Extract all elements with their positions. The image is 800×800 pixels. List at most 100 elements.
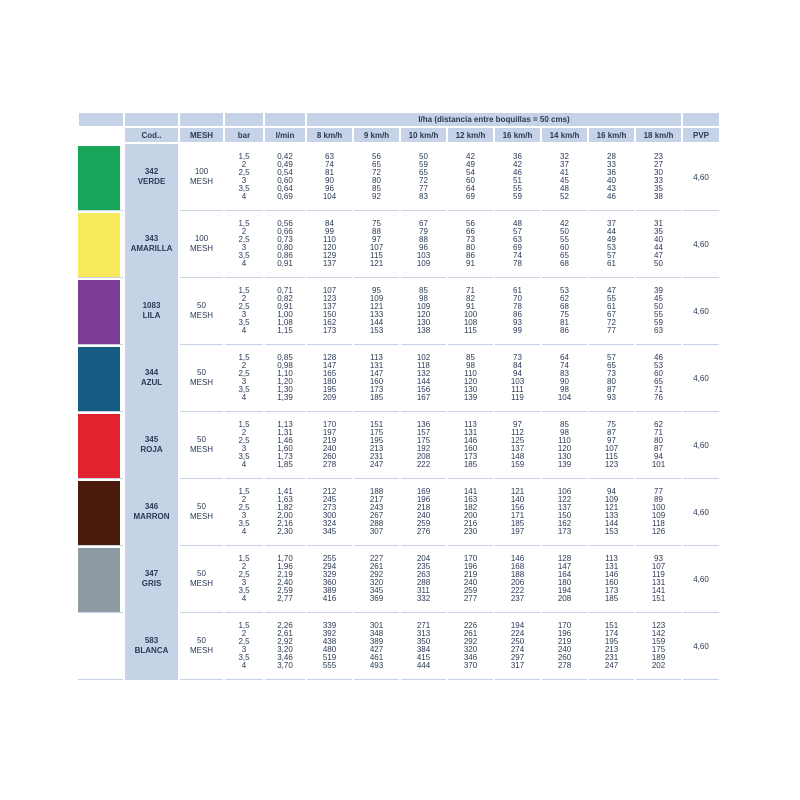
color-swatch-cell: [78, 277, 124, 345]
mesh-cell: 50 MESH: [178, 612, 224, 680]
header-lha: l/ha (distancia entre boquillas = 50 cms…: [304, 113, 683, 128]
lha-cell: 61 70 78 86 93 99: [493, 277, 541, 345]
lha-cell: 226 261 292 320 346 370: [446, 612, 494, 680]
nozzle-code: 346: [144, 502, 159, 511]
bar-cell-value: 4: [241, 326, 247, 336]
lha-cell-value: 92: [372, 192, 381, 202]
lha-cell-value: 123: [604, 460, 619, 470]
header-cod: Cod..: [123, 127, 179, 144]
lha-cell-value: 91: [466, 259, 475, 269]
mesh-cell: 50 MESH: [178, 478, 224, 546]
lha-cell-value: 151: [651, 594, 666, 604]
lha-cell-value: 119: [511, 393, 524, 403]
lha-cell-value: 115: [464, 326, 477, 336]
lha-cell-value: 59: [513, 192, 522, 202]
lha-cell: 67 79 88 96 103 109: [399, 210, 447, 278]
table-row: 347 GRIS 50 MESH 1,5 2 2,5 3 3,5 4 1,70 1,96 2,19 2,4…: [78, 545, 720, 613]
lha-cell-value: 99: [513, 326, 522, 336]
nozzle-code: 1083: [142, 301, 161, 310]
lmin-cell: 1,13 1,31 1,46 1,60 1,73 1,85: [263, 411, 306, 479]
color-swatch: [78, 146, 120, 210]
lmin-cell-value: 1,39: [277, 393, 293, 403]
lha-cell-value: 173: [557, 527, 572, 537]
color-swatch: [78, 615, 120, 679]
lha-cell-value: 444: [416, 661, 431, 671]
nozzle-code-cell: 583 BLANCA: [123, 612, 179, 680]
lha-cell: 75 88 97 107 115 121: [352, 210, 400, 278]
nozzle-color-name: GRIS: [141, 579, 162, 588]
lha-cell-value: 208: [557, 594, 572, 604]
lha-cell: 204 235 263 288 311 332: [399, 545, 447, 613]
header-swatch-blank: [77, 127, 124, 144]
lha-cell: 194 224 250 274 297 317: [493, 612, 541, 680]
color-swatch-cell: [78, 143, 124, 211]
lha-cell-value: 416: [322, 594, 337, 604]
mesh-value: 50: [197, 301, 206, 310]
lha-cell: 73 84 94 103 111 119: [493, 344, 541, 412]
nozzle-color-name: BLANCA: [134, 646, 169, 655]
lha-cell-value: 332: [416, 594, 431, 604]
pvp-price: 4,60: [681, 210, 720, 278]
lha-cell: 121 140 156 171 185 197: [493, 478, 541, 546]
lha-cell-value: 185: [604, 594, 619, 604]
lha-cell: 46 53 60 65 71 76: [633, 344, 683, 412]
lha-cell-value: 78: [513, 259, 522, 269]
table-row: 583 BLANCA 50 MESH 1,5 2 2,5 3 3,5 4 2,26 2,61 2,92 3…: [78, 612, 720, 680]
table-row: 343 AMARILLA 100 MESH 1,5 2 2,5 3 3,5 4 0,56 0,66 0,…: [78, 210, 720, 278]
mesh-value: MESH: [189, 177, 214, 186]
bar-cell: 1,5 2 2,5 3 3,5 4: [223, 545, 264, 613]
lha-cell: 64 74 83 90 98 104: [540, 344, 588, 412]
color-swatch-cell: [78, 344, 124, 412]
header-blank: [681, 113, 720, 128]
mesh-cell: 100 MESH: [178, 210, 224, 278]
lha-cell: 39 45 50 55 59 63: [633, 277, 683, 345]
lha-cell: 301 348 389 427 461 493: [352, 612, 400, 680]
color-swatch-cell: [78, 210, 124, 278]
header-blank: [223, 113, 264, 128]
mesh-value: 50: [197, 368, 206, 377]
nozzle-code: 347: [144, 569, 159, 578]
header-speed: 12 km/h: [446, 127, 494, 144]
bar-cell: 1,5 2 2,5 3 3,5 4: [223, 210, 264, 278]
lha-cell-value: 153: [369, 326, 384, 336]
color-swatch: [78, 548, 120, 612]
nozzle-color-name: AZUL: [140, 378, 163, 387]
lmin-cell-value: 0,69: [277, 192, 293, 202]
lha-cell-value: 137: [322, 259, 337, 269]
mesh-value: 50: [197, 435, 206, 444]
lha-cell: 28 33 36 40 43 46: [587, 143, 635, 211]
lha-cell-value: 345: [322, 527, 337, 537]
lmin-cell-value: 2,30: [277, 527, 293, 537]
lha-cell-value: 38: [654, 192, 663, 202]
nozzle-color-name: MARRON: [133, 512, 170, 521]
lha-cell: 113 131 147 160 173 185: [352, 344, 400, 412]
lha-cell-value: 50: [654, 259, 663, 269]
lha-cell: 170 196 219 240 259 277: [446, 545, 494, 613]
nozzle-code-cell: 342 VERDE: [123, 143, 179, 211]
lha-cell-value: 222: [416, 460, 431, 470]
lha-cell-value: 278: [322, 460, 337, 470]
lha-cell: 128 147 164 180 194 208: [540, 545, 588, 613]
mesh-value: MESH: [189, 579, 214, 588]
lha-cell: 123 142 159 175 189 202: [633, 612, 683, 680]
mesh-value: 50: [197, 636, 206, 645]
bar-cell-value: 4: [241, 393, 247, 403]
lha-cell-value: 52: [560, 192, 569, 202]
lha-cell-value: 101: [651, 460, 666, 470]
lha-cell-value: 167: [416, 393, 431, 403]
lmin-cell: 0,85 0,98 1,10 1,20 1,30 1,39: [263, 344, 306, 412]
lha-cell: 95 109 121 133 144 153: [352, 277, 400, 345]
pvp-price: 4,60: [681, 612, 720, 680]
bar-cell: 1,5 2 2,5 3 3,5 4: [223, 612, 264, 680]
header-speed: 18 km/h: [633, 127, 683, 144]
lha-cell-value: 109: [416, 259, 431, 269]
nozzle-code: 343: [144, 234, 159, 243]
mesh-value: MESH: [189, 378, 214, 387]
bar-cell: 1,5 2 2,5 3 3,5 4: [223, 143, 264, 211]
lmin-cell: 2,26 2,61 2,92 3,20 3,46 3,70: [263, 612, 306, 680]
nozzle-color-name: AMARILLA: [130, 244, 173, 253]
pvp-price: 4,60: [681, 143, 720, 211]
header-speed: 10 km/h: [399, 127, 447, 144]
pvp-price: 4,60: [681, 478, 720, 546]
lha-cell: 42 50 55 60 65 68: [540, 210, 588, 278]
